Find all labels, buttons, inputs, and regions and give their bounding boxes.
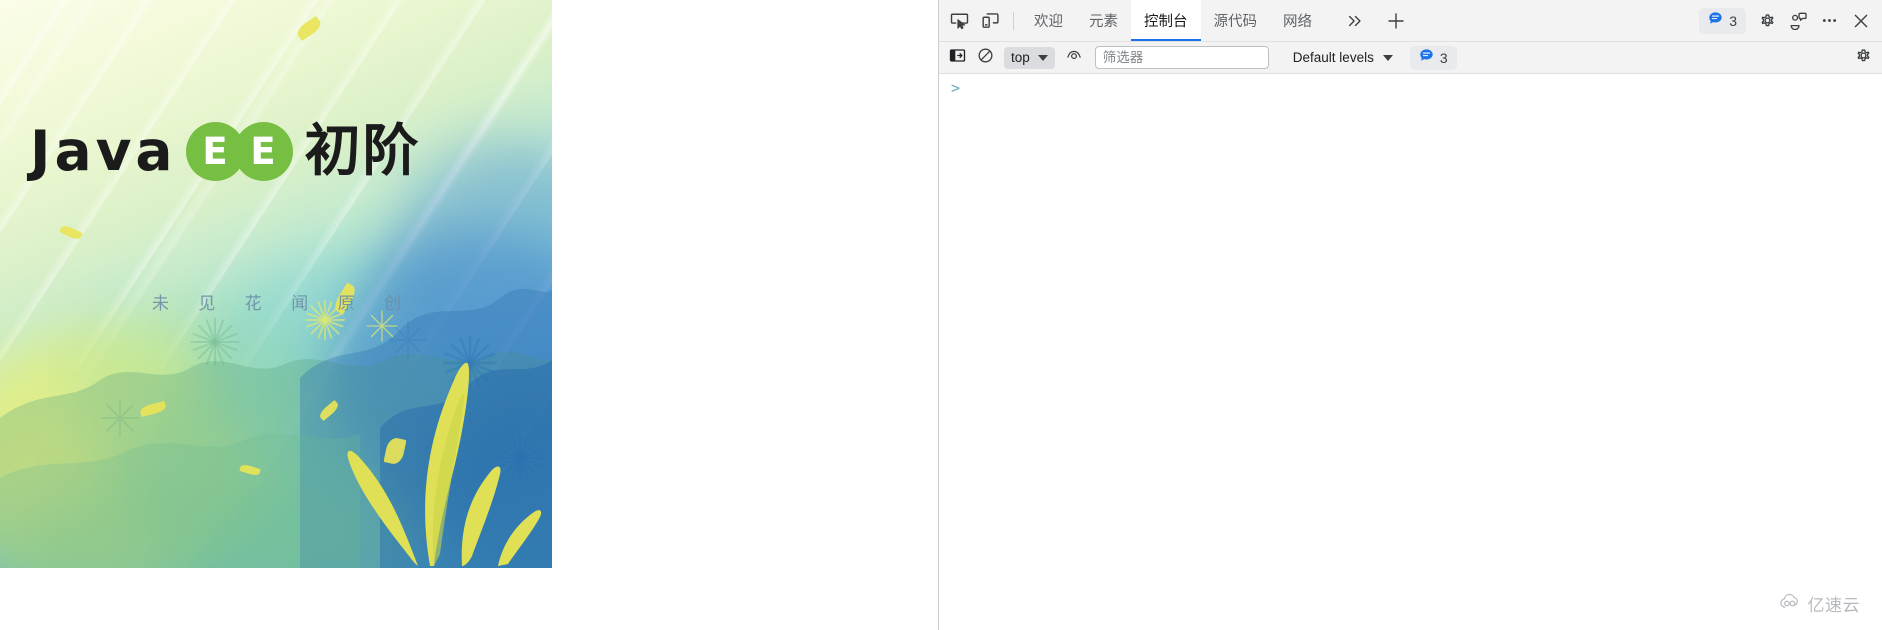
tab-elements-label: 元素 — [1089, 14, 1118, 30]
floating-petal-1 — [294, 15, 324, 42]
floating-petal-5 — [317, 399, 341, 422]
issues-badge-count: 3 — [1729, 12, 1737, 29]
execution-context-value: top — [1011, 50, 1030, 65]
tabbar-divider — [1013, 11, 1014, 30]
console-message-badge-count: 3 — [1439, 49, 1448, 66]
watercolor-blob-blue-right-3 — [420, 380, 552, 568]
tab-elements[interactable]: 元素 — [1076, 0, 1131, 41]
banner-title-cjk: 初阶 — [304, 118, 421, 184]
tab-sources[interactable]: 源代码 — [1201, 0, 1271, 41]
clear-console-button[interactable] — [972, 46, 998, 70]
clear-console-icon — [977, 47, 994, 69]
cloud-logo-icon — [1779, 593, 1803, 615]
banner-title-java: Java — [30, 119, 177, 183]
watercolor-blob-blue-right — [330, 230, 552, 520]
plus-icon — [1386, 11, 1406, 31]
tab-welcome-label: 欢迎 — [1034, 14, 1063, 30]
feedback-icon — [1789, 11, 1808, 30]
watercolor-blob-green-bottom — [10, 480, 410, 568]
yellow-grass-blades — [302, 308, 552, 568]
banner-title: Java E E 初阶 — [30, 122, 421, 181]
watercolor-blob-green-mid-2 — [60, 300, 320, 490]
watermark-text: 亿速云 — [1807, 596, 1860, 616]
tab-console-label: 控制台 — [1144, 14, 1188, 30]
issues-badge[interactable]: 3 — [1699, 7, 1746, 34]
javaee-banner-image: Java E E 初阶 未 见 花 闻 原 创 — [0, 0, 552, 568]
chevron-double-right-icon — [1346, 12, 1364, 30]
device-toolbar-icon — [981, 11, 1000, 30]
tabbar-right-actions: 3 — [1699, 5, 1882, 36]
console-toolbar-right — [1850, 46, 1876, 70]
watercolor-blob-yellow-left — [0, 330, 270, 568]
devtools-panel: 欢迎 元素 控制台 源代码 网络 3 top 筛选器 Default level… — [938, 0, 1882, 630]
console-sidebar-toggle-button[interactable] — [944, 46, 970, 70]
message-bubble-icon — [1708, 11, 1723, 31]
banner-ee-logo: E E — [185, 122, 293, 181]
watermark: 亿速云 — [1779, 591, 1861, 616]
console-message-area[interactable]: > 亿速云 — [939, 74, 1882, 630]
add-tab-button[interactable] — [1380, 5, 1411, 36]
chevron-down-icon — [1382, 54, 1393, 61]
floating-petal-2 — [59, 223, 83, 242]
screenshot-root: Java E E 初阶 未 见 花 闻 原 创 欢迎 元素 控制台 源代码 网络… — [0, 0, 1882, 630]
console-toolbar: top Default levels — [939, 42, 1882, 74]
tab-welcome[interactable]: 欢迎 — [1021, 0, 1076, 41]
console-prompt-input[interactable] — [960, 81, 1882, 97]
floating-petal-4 — [139, 401, 167, 417]
device-toolbar-button[interactable] — [975, 5, 1006, 36]
tab-sources-label: 源代码 — [1213, 14, 1258, 30]
floating-petal-6 — [383, 436, 407, 466]
devtools-settings-button[interactable] — [1752, 5, 1783, 36]
console-settings-button[interactable] — [1850, 46, 1876, 70]
tab-network[interactable]: 网络 — [1270, 0, 1325, 41]
console-prompt-row[interactable]: > — [939, 74, 1882, 103]
more-options-icon — [1820, 11, 1839, 30]
browser-page-area: Java E E 初阶 未 见 花 闻 原 创 — [0, 0, 938, 630]
tab-console[interactable]: 控制台 — [1131, 0, 1201, 41]
inspect-element-button[interactable] — [944, 5, 975, 36]
close-icon — [1851, 11, 1871, 31]
inspect-element-icon — [950, 11, 969, 30]
console-sidebar-icon — [949, 47, 966, 69]
banner-light-streaks-wide — [0, 0, 552, 483]
log-levels-selector[interactable]: Default levels — [1285, 47, 1401, 69]
log-levels-value: Default levels — [1292, 50, 1374, 65]
console-filter-input[interactable] — [1094, 46, 1269, 69]
message-bubble-icon — [1419, 48, 1434, 68]
more-options-button[interactable] — [1814, 5, 1845, 36]
ee-circle-second: E — [233, 122, 293, 181]
watercolor-blob-teal — [200, 250, 500, 480]
watercolor-blob-yellow-left-2 — [0, 400, 210, 568]
tab-network-label: 网络 — [1283, 14, 1312, 30]
gear-icon — [1758, 11, 1777, 30]
watercolor-blob-green-mid — [120, 360, 450, 568]
close-devtools-button[interactable] — [1845, 5, 1876, 36]
floating-petal-7 — [239, 463, 261, 477]
devtools-tabbar: 欢迎 元素 控制台 源代码 网络 3 — [939, 0, 1882, 42]
gear-icon — [1854, 46, 1873, 70]
live-expression-button[interactable] — [1061, 46, 1087, 70]
feedback-button[interactable] — [1783, 5, 1814, 36]
execution-context-selector[interactable]: top — [1004, 46, 1055, 69]
console-prompt-chevron-icon: > — [951, 79, 961, 97]
more-tabs-button[interactable] — [1339, 5, 1370, 36]
banner-subtitle: 未 见 花 闻 原 创 — [152, 294, 414, 314]
chevron-down-icon — [1037, 54, 1048, 61]
eye-icon — [1065, 46, 1083, 69]
console-message-badge[interactable]: 3 — [1409, 45, 1457, 70]
